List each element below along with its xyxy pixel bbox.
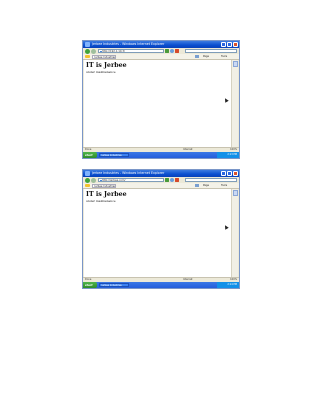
- page-subtext: under maintenance: [86, 70, 116, 74]
- stop-icon[interactable]: [175, 178, 179, 182]
- scroll-thumb[interactable]: [232, 60, 238, 67]
- tools-menu[interactable]: Tools: [221, 184, 227, 188]
- back-button[interactable]: [85, 177, 90, 183]
- vertical-scrollbar[interactable]: [231, 188, 238, 282]
- page-icon: [99, 50, 102, 52]
- refresh-icon[interactable]: [170, 49, 174, 53]
- forward-button[interactable]: [91, 177, 96, 183]
- minimize-button[interactable]: [221, 42, 226, 47]
- window-title: Jerbee Industries - Windows Internet Exp…: [92, 171, 165, 175]
- page-heading: IT is Jerbee: [86, 190, 127, 198]
- address-text: http://jerbee.com/: [102, 179, 126, 182]
- home-icon[interactable]: [195, 184, 199, 187]
- taskbar-item[interactable]: Jerbee Industries: [99, 153, 129, 157]
- vertical-scrollbar[interactable]: [231, 59, 238, 152]
- maximize-button[interactable]: [227, 42, 232, 47]
- go-button[interactable]: [165, 49, 169, 53]
- forward-button[interactable]: [91, 48, 96, 54]
- window-controls: [221, 171, 238, 176]
- start-button[interactable]: start: [83, 282, 97, 288]
- tools-menu[interactable]: Tools: [221, 55, 227, 59]
- tab-jerbee[interactable]: Jerbee Industries: [92, 183, 116, 188]
- ie-icon: [85, 42, 90, 47]
- minimize-button[interactable]: [221, 171, 226, 176]
- address-bar[interactable]: http://192.1.10.3/: [98, 49, 164, 53]
- stop-icon[interactable]: [175, 49, 179, 53]
- back-button[interactable]: [85, 48, 90, 54]
- page-subtext: under maintenance: [86, 199, 116, 203]
- window-title: Jerbee Industries - Windows Internet Exp…: [92, 42, 165, 46]
- title-bar[interactable]: Jerbee Industries - Windows Internet Exp…: [83, 170, 239, 177]
- page-heading: IT is Jerbee: [86, 61, 127, 69]
- favorites-star-icon[interactable]: [85, 183, 90, 188]
- start-button[interactable]: start: [83, 152, 97, 158]
- address-text: http://192.1.10.3/: [102, 50, 125, 53]
- page-icon: [99, 179, 102, 181]
- favorites-star-icon[interactable]: [85, 54, 90, 59]
- home-icon[interactable]: [195, 55, 199, 58]
- browser-screenshot-1: Jerbee Industries - Windows Internet Exp…: [82, 40, 240, 159]
- page-menu[interactable]: Page: [203, 184, 209, 188]
- mouse-cursor-icon: [223, 96, 229, 103]
- taskbar: start Jerbee Industries 2:13 PM: [83, 152, 239, 158]
- tab-jerbee[interactable]: Jerbee Industries: [92, 54, 116, 59]
- taskbar: start Jerbee Industries 2:14 PM: [83, 282, 239, 288]
- scroll-thumb[interactable]: [232, 189, 238, 196]
- ie-icon: [85, 171, 90, 176]
- window-controls: [221, 42, 238, 47]
- close-button[interactable]: [233, 171, 238, 176]
- maximize-button[interactable]: [227, 171, 232, 176]
- title-bar[interactable]: Jerbee Industries - Windows Internet Exp…: [83, 41, 239, 48]
- taskbar-item[interactable]: Jerbee Industries: [99, 283, 129, 287]
- go-button[interactable]: [165, 178, 169, 182]
- search-input[interactable]: [185, 178, 237, 182]
- refresh-icon[interactable]: [170, 178, 174, 182]
- address-bar[interactable]: http://jerbee.com/: [98, 178, 164, 182]
- search-input[interactable]: [185, 49, 237, 53]
- system-clock: 2:13 PM: [217, 152, 239, 158]
- page-menu[interactable]: Page: [203, 55, 209, 59]
- mouse-cursor-icon: [223, 223, 229, 230]
- system-clock: 2:14 PM: [217, 282, 239, 288]
- page-content: IT is Jerbee under maintenance: [84, 59, 232, 152]
- browser-screenshot-2: Jerbee Industries - Windows Internet Exp…: [82, 169, 240, 289]
- page-content: IT is Jerbee under maintenance: [84, 188, 232, 282]
- close-button[interactable]: [233, 42, 238, 47]
